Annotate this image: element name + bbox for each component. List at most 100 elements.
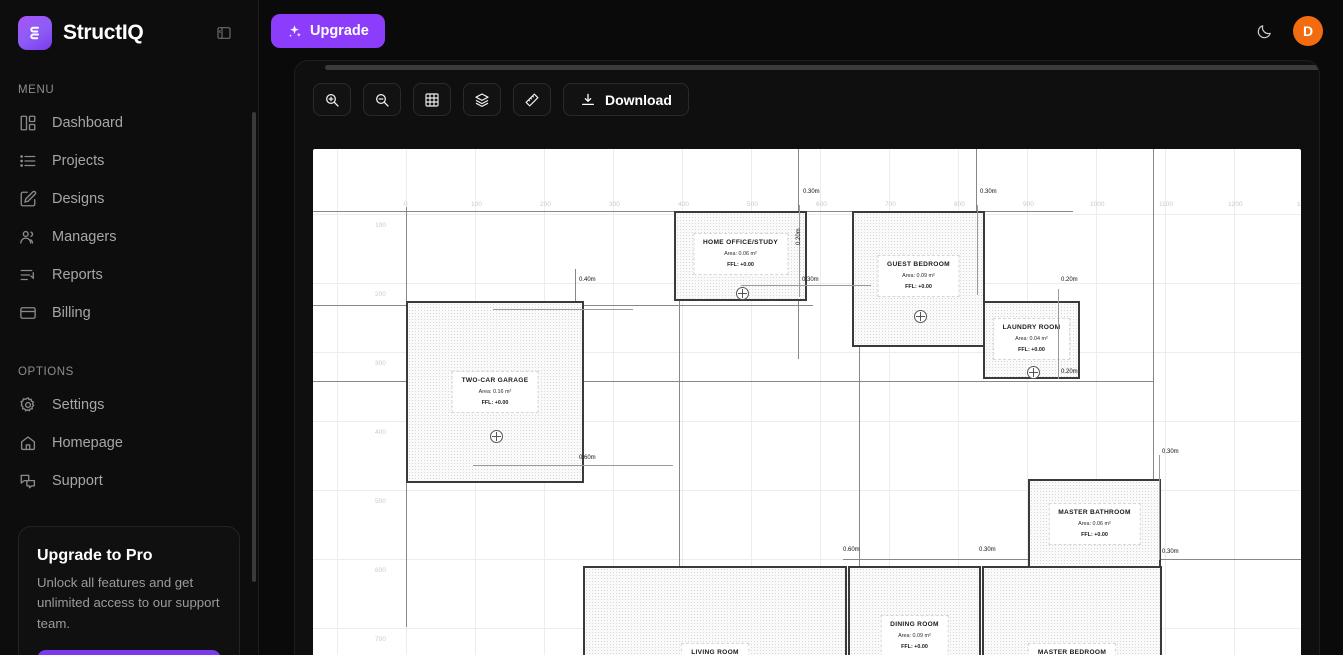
credit-card-icon (18, 303, 38, 323)
list-icon (18, 151, 38, 171)
sidebar-item-label: Designs (52, 191, 105, 207)
dimension-label: 0.30m (1162, 549, 1179, 555)
brand: StructIQ (0, 0, 258, 50)
main-content: Upgrade D Download 0 100 200 300 400 500… (259, 0, 1343, 655)
ruler-left-tick: 400 (375, 429, 386, 436)
sidebar-item-label: Reports (52, 267, 103, 283)
room-ffl: FFL: +0.00 (727, 262, 754, 268)
ruler-left-tick: 200 (375, 291, 386, 298)
home-icon (18, 433, 38, 453)
sidebar-item-managers[interactable]: Managers (0, 218, 258, 256)
room-area: Area: 0.09 m² (902, 273, 935, 279)
room-ffl: FFL: +0.00 (1081, 532, 1108, 538)
room-guest-bedroom[interactable]: GUEST BEDROOM Area: 0.09 m² FFL: +0.00 (852, 211, 985, 347)
promo-upgrade-button[interactable]: Upgrade Now (37, 650, 221, 655)
gear-icon (18, 395, 38, 415)
room-home-office-study[interactable]: HOME OFFICE/STUDY Area: 0.06 m² FFL: +0.… (674, 211, 807, 301)
sidebar-item-support[interactable]: Support (0, 462, 258, 500)
avatar[interactable]: D (1293, 16, 1323, 46)
theme-toggle-button[interactable] (1251, 18, 1277, 44)
room-master-bedroom[interactable]: MASTER BEDROOM (982, 566, 1162, 655)
dimension-label: 0.20m (1061, 277, 1078, 283)
sidebar-item-label: Billing (52, 305, 91, 321)
room-node[interactable] (1027, 366, 1040, 379)
sidebar-item-label: Managers (52, 229, 117, 245)
topbar: Upgrade D (259, 0, 1343, 62)
report-icon (18, 265, 38, 285)
room-label: GUEST BEDROOM Area: 0.09 m² FFL: +0.00 (877, 255, 960, 297)
ruler-top-tick: 100 (471, 201, 482, 208)
floorplan-canvas[interactable]: 0 100 200 300 400 500 600 700 800 900 10… (313, 149, 1301, 655)
design-canvas-card: Download 0 100 200 300 400 500 600 700 8… (294, 60, 1320, 655)
room-laundry-room[interactable]: LAUNDRY ROOM Area: 0.04 m² FFL: +0.00 (983, 301, 1080, 379)
canvas-viewport[interactable]: 0 100 200 300 400 500 600 700 800 900 10… (295, 149, 1319, 655)
sidebar-item-billing[interactable]: Billing (0, 294, 258, 332)
sidebar-collapse-icon[interactable] (216, 25, 232, 41)
room-node[interactable] (490, 430, 503, 443)
sidebar-item-dashboard[interactable]: Dashboard (0, 104, 258, 142)
sidebar-item-label: Homepage (52, 435, 123, 451)
room-label: LIVING ROOM (681, 643, 749, 655)
room-node[interactable] (736, 287, 749, 300)
dimension-line (493, 309, 633, 310)
upgrade-button[interactable]: Upgrade (271, 14, 385, 48)
room-living-room[interactable]: LIVING ROOM (583, 566, 847, 655)
room-name: HOME OFFICE/STUDY (702, 239, 779, 246)
room-name: LAUNDRY ROOM (1002, 324, 1061, 331)
room-ffl: FFL: +0.00 (901, 644, 928, 650)
room-ffl: FFL: +0.00 (481, 400, 509, 406)
options-section-label: OPTIONS (18, 366, 74, 378)
upgrade-button-label: Upgrade (310, 23, 369, 39)
sidebar-item-label: Dashboard (52, 115, 123, 131)
ruler-top-tick: 1200 (1228, 201, 1243, 208)
sidebar: StructIQ MENU Dashboard Projects Designs… (0, 0, 259, 655)
room-label: HOME OFFICE/STUDY Area: 0.06 m² FFL: +0.… (692, 233, 789, 275)
dashboard-icon (18, 113, 38, 133)
room-name: LIVING ROOM (691, 649, 739, 655)
menu-section-label: MENU (18, 84, 55, 96)
sidebar-item-designs[interactable]: Designs (0, 180, 258, 218)
sidebar-item-homepage[interactable]: Homepage (0, 424, 258, 462)
dimension-label: 0.20m (1061, 369, 1078, 375)
users-icon (18, 227, 38, 247)
promo-title: Upgrade to Pro (37, 547, 153, 564)
grid-icon (424, 92, 440, 108)
sidebar-item-reports[interactable]: Reports (0, 256, 258, 294)
zoom-in-button[interactable] (313, 83, 351, 116)
layers-icon (474, 92, 490, 108)
room-two-car-garage[interactable]: TWO-CAR GARAGE Area: 0.16 m² FFL: +0.00 (406, 301, 584, 483)
ruler-left-tick: 100 (375, 222, 386, 229)
download-button[interactable]: Download (563, 83, 689, 116)
upgrade-promo-card: Upgrade to Pro Unlock all features and g… (18, 526, 240, 655)
room-label: DINING ROOM Area: 0.09 m² FFL: +0.00 (880, 615, 949, 655)
ruler-left-tick: 600 (375, 567, 386, 574)
topbar-right: D (1251, 16, 1323, 46)
app-root: StructIQ MENU Dashboard Projects Designs… (0, 0, 1343, 655)
moon-icon (1256, 23, 1273, 40)
room-dining-room[interactable]: DINING ROOM Area: 0.09 m² FFL: +0.00 (848, 566, 981, 655)
layers-button[interactable] (463, 83, 501, 116)
dimension-line (977, 205, 978, 295)
sidebar-item-projects[interactable]: Projects (0, 142, 258, 180)
room-area: Area: 0.04 m² (1015, 336, 1048, 342)
canvas-horizontal-scrollbar[interactable] (325, 65, 1319, 70)
dimension-label: 0.20m (796, 228, 802, 245)
room-node[interactable] (914, 310, 927, 323)
zoom-out-button[interactable] (363, 83, 401, 116)
measure-button[interactable] (513, 83, 551, 116)
zoom-out-icon (374, 92, 390, 108)
sidebar-item-settings[interactable]: Settings (0, 386, 258, 424)
dimension-line (1159, 455, 1160, 560)
dimension-line (473, 465, 673, 466)
download-button-label: Download (605, 91, 672, 108)
dimension-label: 0.30m (1162, 449, 1179, 455)
dimension-label: 0.30m (802, 277, 819, 283)
ruler-top-tick: 800 (954, 201, 965, 208)
room-label: TWO-CAR GARAGE Area: 0.16 m² FFL: +0.00 (451, 371, 539, 413)
sidebar-scrollbar[interactable] (252, 112, 256, 582)
room-name: MASTER BEDROOM (1037, 649, 1107, 655)
dimension-line (741, 285, 871, 286)
grid-button[interactable] (413, 83, 451, 116)
sparkles-icon (287, 24, 302, 39)
ruler-top-tick: 300 (609, 201, 620, 208)
